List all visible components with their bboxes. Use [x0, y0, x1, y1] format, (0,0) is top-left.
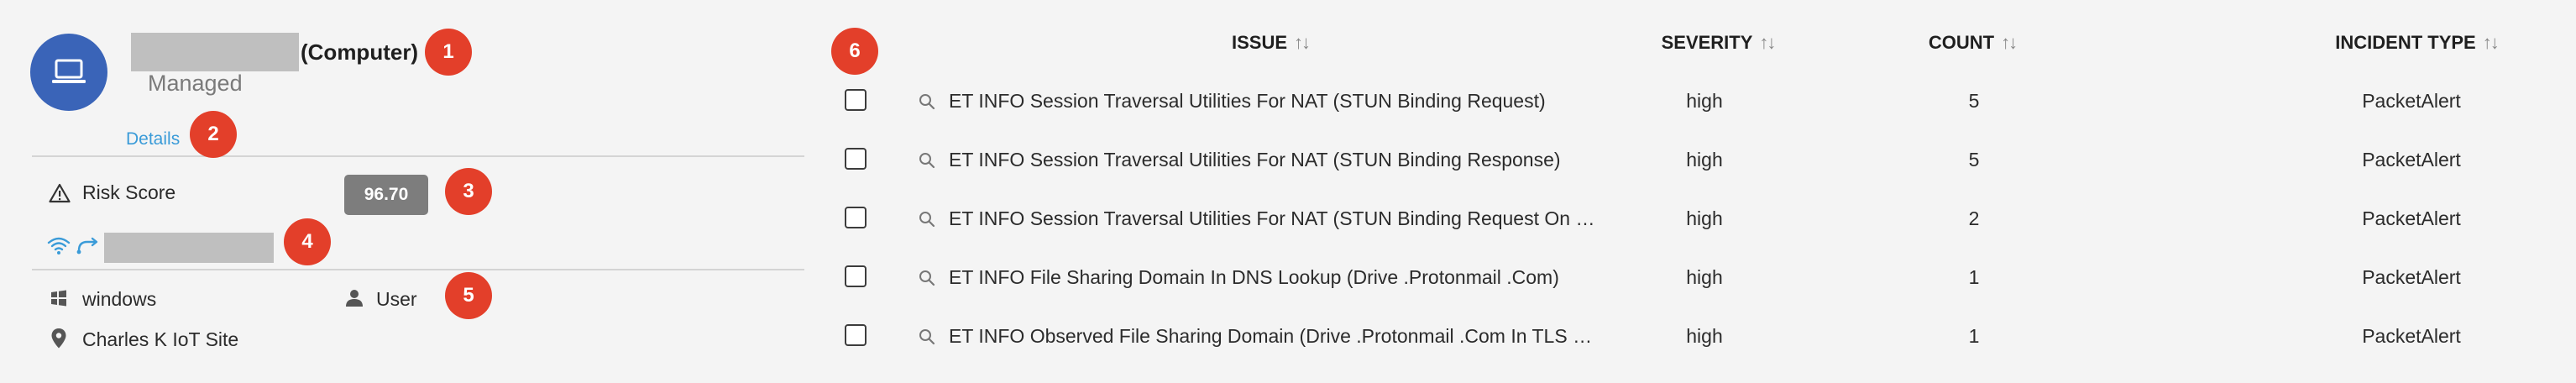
- count-cell: 2: [1968, 207, 1980, 229]
- column-header-label: INCIDENT TYPE: [2335, 32, 2476, 53]
- severity-cell: high: [1686, 149, 1723, 171]
- annotation-badge: 5: [445, 272, 492, 319]
- row-checkbox[interactable]: [845, 324, 867, 346]
- column-header-severity[interactable]: SEVERITY ↑↓: [1661, 29, 1777, 57]
- table-row[interactable]: ET INFO Session Traversal Utilities For …: [0, 190, 2576, 249]
- sort-arrows-icon[interactable]: ↑↓: [1294, 32, 1311, 54]
- column-header-label: SEVERITY: [1661, 32, 1753, 53]
- count-cell: 1: [1968, 325, 1980, 347]
- severity-cell: high: [1686, 90, 1723, 112]
- row-checkbox[interactable]: [845, 148, 867, 170]
- severity-cell: high: [1686, 266, 1723, 288]
- severity-cell: high: [1686, 207, 1723, 229]
- issue-cell: ET INFO Observed File Sharing Domain (Dr…: [949, 325, 1593, 347]
- annotation-badge: 1: [425, 29, 472, 76]
- issue-cell: ET INFO Session Traversal Utilities For …: [949, 207, 1595, 229]
- annotation-badge: 4: [284, 218, 331, 265]
- search-icon[interactable]: [919, 328, 935, 345]
- annotation-badge: 6: [831, 28, 878, 75]
- count-cell: 1: [1968, 266, 1980, 288]
- count-cell: 5: [1968, 90, 1980, 112]
- incident-type-cell: PacketAlert: [2362, 207, 2461, 229]
- sort-arrows-icon[interactable]: ↑↓: [2001, 32, 2018, 54]
- device-detail-page: (Computer) Managed Details Risk Score 96…: [0, 0, 2576, 383]
- severity-cell: high: [1686, 325, 1723, 347]
- column-header-count[interactable]: COUNT ↑↓: [1928, 29, 2018, 57]
- count-cell: 5: [1968, 149, 1980, 171]
- issue-cell: ET INFO File Sharing Domain In DNS Looku…: [949, 266, 1559, 288]
- incident-type-cell: PacketAlert: [2362, 90, 2461, 112]
- row-checkbox[interactable]: [845, 207, 867, 228]
- annotation-badge: 3: [445, 168, 492, 215]
- search-icon[interactable]: [919, 152, 935, 169]
- search-icon[interactable]: [919, 211, 935, 228]
- row-checkbox[interactable]: [845, 265, 867, 287]
- column-header-issue[interactable]: ISSUE ↑↓: [1231, 29, 1311, 57]
- table-row[interactable]: ET INFO Session Traversal Utilities For …: [0, 131, 2576, 190]
- sort-arrows-icon[interactable]: ↑↓: [1759, 32, 1776, 54]
- column-header-label: ISSUE: [1231, 32, 1288, 53]
- issue-cell: ET INFO Session Traversal Utilities For …: [949, 149, 1561, 171]
- column-header-label: COUNT: [1928, 32, 1995, 53]
- issues-table: ISSUE ↑↓ SEVERITY ↑↓ COUNT ↑↓ INCIDENT T…: [0, 0, 2576, 383]
- incident-type-cell: PacketAlert: [2362, 149, 2461, 171]
- incident-type-cell: PacketAlert: [2362, 266, 2461, 288]
- table-row[interactable]: ET INFO Observed File Sharing Domain (Dr…: [0, 307, 2576, 366]
- search-icon[interactable]: [919, 270, 935, 286]
- table-row[interactable]: ET INFO Session Traversal Utilities For …: [0, 72, 2576, 131]
- annotation-badge: 2: [190, 111, 237, 158]
- row-checkbox[interactable]: [845, 89, 867, 111]
- sort-arrows-icon[interactable]: ↑↓: [2483, 32, 2500, 54]
- incident-type-cell: PacketAlert: [2362, 325, 2461, 347]
- table-row[interactable]: ET INFO File Sharing Domain In DNS Looku…: [0, 249, 2576, 307]
- issue-cell: ET INFO Session Traversal Utilities For …: [949, 90, 1546, 112]
- column-header-incident-type[interactable]: INCIDENT TYPE ↑↓: [2335, 29, 2500, 57]
- search-icon[interactable]: [919, 93, 935, 110]
